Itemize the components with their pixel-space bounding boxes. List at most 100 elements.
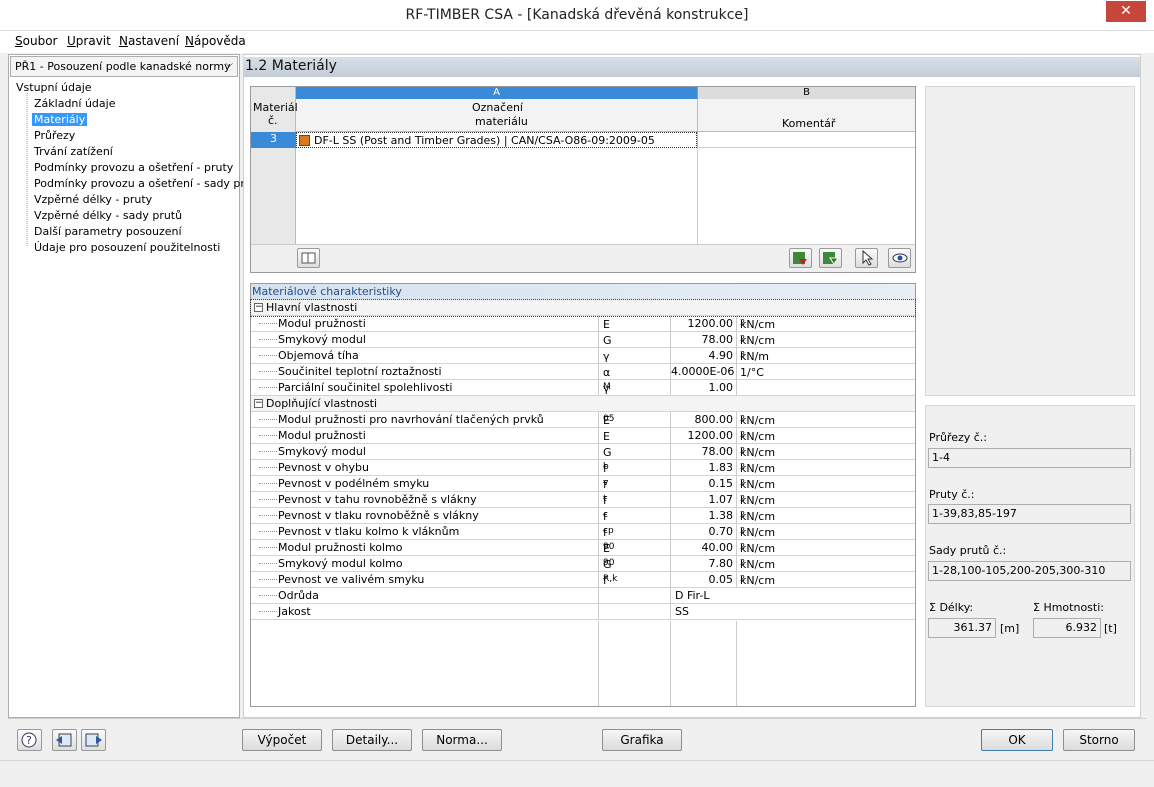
property-value[interactable]: 1.38: [671, 509, 734, 522]
symbol-subscript: cp: [603, 526, 614, 536]
tree-item[interactable]: Podmínky provozu a ošetření - sady prutů: [34, 177, 263, 190]
property-value[interactable]: 0.15: [671, 477, 734, 490]
tree-item-label: Průřezy: [34, 129, 76, 142]
property-row: Modul pružnosti kolmo E 90 40.00 kN/cm 2: [251, 540, 915, 556]
property-label: Pevnost v tahu rovnoběžně s vlákny: [278, 493, 477, 506]
property-group[interactable]: − Hlavní vlastnosti: [250, 299, 916, 317]
property-value[interactable]: 0.70: [671, 525, 734, 538]
property-value[interactable]: 78.00: [671, 445, 734, 458]
collapse-icon[interactable]: −: [254, 303, 263, 312]
unit-main: 1/°C: [740, 366, 764, 379]
property-value[interactable]: 1200.00: [671, 317, 734, 330]
col-line: [736, 428, 737, 443]
tree-item[interactable]: Další parametry posouzení: [34, 225, 182, 238]
unit-superscript: 2: [740, 462, 746, 471]
symbol-subscript: v: [603, 478, 609, 488]
column-divider: [697, 148, 698, 244]
tree-connector: [259, 339, 277, 340]
property-label: Modul pružnosti: [278, 429, 366, 442]
property-value[interactable]: 0.05: [671, 573, 734, 586]
property-value[interactable]: 4.0000E-06: [671, 365, 734, 378]
property-group[interactable]: − Doplňující vlastnosti: [251, 396, 915, 412]
symbol-subscript: R,k: [603, 574, 618, 584]
property-value[interactable]: 1.07: [671, 493, 734, 506]
unit-superscript: 2: [740, 574, 746, 583]
property-value[interactable]: 78.00: [671, 333, 734, 346]
unit-superscript: 2: [740, 318, 746, 327]
property-row: Pevnost v tahu rovnoběžně s vlákny f t 1.07…: [251, 492, 915, 508]
property-row: Modul pružnosti E 1200.00 kN/cm 2: [251, 428, 915, 444]
property-row: Součinitel teplotní roztažnosti α 4.0000E-…: [251, 364, 915, 380]
collapse-icon[interactable]: −: [254, 399, 263, 408]
property-value[interactable]: 1200.00: [671, 429, 734, 442]
menu-settings[interactable]: Nastavení: [119, 34, 179, 48]
property-row: Objemová tíha γ 4.90 kN/m 3: [251, 348, 915, 364]
tree-connector: [259, 499, 277, 500]
import-button[interactable]: [789, 248, 812, 268]
case-selector[interactable]: PŘ1 - Posouzení podle kanadské normy ⌵: [10, 56, 238, 77]
tree-item[interactable]: Průřezy: [34, 129, 75, 142]
material-comment-cell[interactable]: [697, 132, 915, 148]
tree-item[interactable]: Podmínky provozu a ošetření - pruty: [34, 161, 233, 174]
property-row: Pevnost v tlaku kolmo k vláknům f cp 0.70 kN…: [251, 524, 915, 540]
library-button[interactable]: [297, 248, 320, 268]
property-value[interactable]: 4.90: [671, 349, 734, 362]
property-value[interactable]: 40.00: [671, 541, 734, 554]
length-unit: [m]: [1000, 622, 1020, 635]
column-a-header[interactable]: A: [296, 87, 697, 99]
tree-item[interactable]: Materiály: [32, 113, 88, 126]
unit-main: kN/cm: [740, 334, 776, 347]
tree-connector: [259, 531, 277, 532]
cancel-button[interactable]: Storno: [1063, 729, 1135, 751]
tree-item[interactable]: Údaje pro posouzení použitelnosti: [34, 241, 220, 254]
graphics-button[interactable]: Grafika: [602, 729, 682, 751]
col-line: [598, 380, 599, 395]
property-row: Smykový modul G 78.00 kN/cm 2: [251, 444, 915, 460]
view-button[interactable]: [888, 248, 911, 268]
tree-item[interactable]: Vzpěrné délky - sady prutů: [34, 209, 182, 222]
property-value[interactable]: 1.00: [671, 381, 734, 394]
help-button[interactable]: ?: [17, 729, 42, 751]
tree-connector: [259, 323, 277, 324]
property-value[interactable]: 7.80: [671, 557, 734, 570]
tree-item-label: Vzpěrné délky - sady prutů: [34, 209, 183, 222]
col-line: [598, 332, 599, 347]
calculate-button[interactable]: Výpočet: [242, 729, 322, 751]
header-designation-2: materiálu: [475, 115, 528, 128]
close-button[interactable]: ✕: [1106, 1, 1146, 22]
details-button[interactable]: Detaily...: [332, 729, 412, 751]
tree-item[interactable]: Vzpěrné délky - pruty: [34, 193, 152, 206]
export-button[interactable]: [819, 248, 842, 268]
preview-panel: [925, 86, 1135, 396]
col-line: [736, 460, 737, 475]
property-value[interactable]: 1.83: [671, 461, 734, 474]
mass-unit: [t]: [1104, 622, 1117, 635]
tree-item[interactable]: Základní údaje: [34, 97, 115, 110]
norm-button[interactable]: Norma...: [422, 729, 502, 751]
property-value[interactable]: 800.00: [671, 413, 734, 426]
unit-main: kN/cm: [740, 462, 776, 475]
material-name-cell[interactable]: DF-L SS (Post and Timber Grades) | CAN/C…: [296, 132, 697, 148]
menu-help[interactable]: Nápověda: [185, 34, 246, 48]
property-row: Pevnost ve valivém smyku f R,k 0.05 kN/cm 2: [251, 572, 915, 588]
previous-button[interactable]: [52, 729, 77, 751]
property-value[interactable]: D Fir-L: [675, 589, 709, 602]
symbol-main: E: [603, 318, 610, 331]
col-line: [598, 316, 599, 331]
tree-item[interactable]: Trvání zatížení: [34, 145, 113, 158]
column-b-header[interactable]: B: [697, 87, 915, 99]
property-label: Součinitel teplotní roztažnosti: [278, 365, 442, 378]
symbol-subscript: 90: [603, 542, 615, 552]
material-row-number[interactable]: 3: [251, 132, 296, 148]
tree-item-label: Další parametry posouzení: [34, 225, 182, 238]
menu-file[interactable]: Soubor: [15, 34, 57, 48]
symbol-main: G: [603, 446, 612, 459]
ok-button[interactable]: OK: [981, 729, 1053, 751]
next-button[interactable]: [81, 729, 106, 751]
symbol-subscript: 05: [603, 414, 615, 424]
symbol-subscript: b: [603, 462, 609, 472]
col-line: [598, 476, 599, 491]
menu-edit[interactable]: Upravit: [67, 34, 111, 48]
pick-button[interactable]: [855, 248, 878, 268]
property-value[interactable]: SS: [675, 605, 689, 618]
